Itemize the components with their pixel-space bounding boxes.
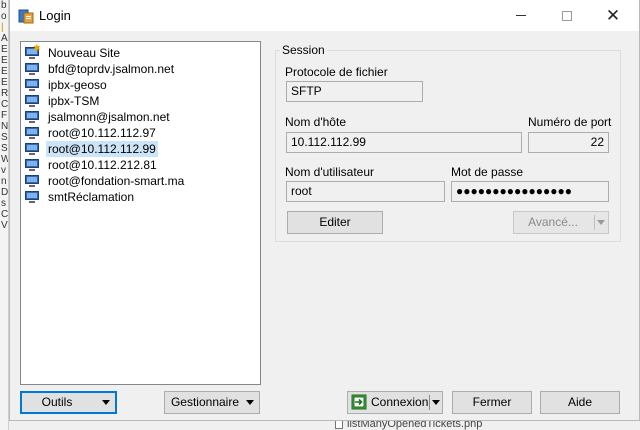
background-file-item: listManyOpenedTickets.php	[335, 421, 482, 430]
chevron-down-icon	[597, 220, 605, 226]
edit-button[interactable]: Editer	[287, 211, 383, 234]
protocol-label: Protocole de fichier	[285, 65, 388, 79]
edit-button-label: Editer	[319, 215, 351, 229]
site-list-item-label: root@fondation-smart.ma	[48, 174, 185, 188]
maximize-button[interactable]	[544, 0, 590, 31]
advanced-split-separator	[594, 215, 595, 230]
close-button-label: Fermer	[472, 395, 512, 409]
title-bar[interactable]: Login ✕	[10, 0, 639, 31]
chevron-down-icon	[246, 400, 254, 406]
site-list-item[interactable]: ipbx-geoso	[21, 77, 260, 93]
site-list-item-label: smtRéclamation	[48, 190, 135, 204]
chevron-down-icon	[102, 400, 110, 406]
file-icon	[335, 421, 343, 429]
minimize-icon	[516, 15, 526, 16]
manager-dropdown-arrow	[246, 392, 254, 413]
background-app-footer: listManyOpenedTickets.php	[9, 421, 640, 430]
computer-icon	[24, 190, 40, 204]
site-list-item[interactable]: root@fondation-smart.ma	[21, 173, 260, 189]
site-list-item-label: jsalmonn@jsalmon.net	[48, 110, 170, 124]
close-window-button[interactable]: ✕	[590, 0, 636, 31]
background-file-name: listManyOpenedTickets.php	[347, 421, 483, 430]
session-legend: Session	[280, 43, 327, 57]
site-list-item-label: bfd@toprdv.jsalmon.net	[48, 62, 175, 76]
password-label: Mot de passe	[451, 165, 524, 179]
computer-icon	[24, 174, 40, 188]
tools-button[interactable]: Outils	[20, 391, 117, 414]
manager-button[interactable]: Gestionnaire	[164, 391, 260, 414]
advanced-button[interactable]: Avancé...	[513, 211, 609, 234]
tools-button-label: Outils	[41, 395, 73, 409]
computer-icon	[24, 110, 40, 124]
site-list-item-label: root@10.112.112.99	[46, 141, 158, 157]
site-list-item[interactable]: jsalmonn@jsalmon.net	[21, 109, 260, 125]
connect-button-content: Connexion	[351, 392, 429, 413]
computer-icon	[24, 62, 40, 76]
connect-split-separator	[429, 395, 430, 410]
username-label: Nom d'utilisateur	[285, 165, 374, 179]
protocol-label-text: Protocole de fichier	[285, 65, 388, 79]
host-label: Nom d'hôte	[285, 115, 346, 129]
help-button-label: Aide	[567, 395, 593, 409]
close-icon: ✕	[605, 6, 621, 25]
advanced-button-label: Avancé...	[528, 215, 578, 229]
port-input[interactable]: 22	[528, 132, 609, 153]
tools-dropdown-arrow	[102, 393, 110, 412]
site-list-item-label: root@10.112.112.97	[48, 126, 156, 140]
site-list-item[interactable]: ipbx-TSM	[21, 93, 260, 109]
site-list-item[interactable]: root@10.112.112.99	[21, 141, 260, 157]
connect-icon	[351, 394, 367, 410]
new-site-icon: ✱	[24, 44, 41, 60]
window-title: Login	[39, 8, 71, 23]
connect-button[interactable]: Connexion	[347, 391, 443, 414]
site-list-item[interactable]: ✱ Nouveau Site	[21, 44, 260, 61]
site-list-item-label: ipbx-TSM	[48, 94, 100, 108]
username-input[interactable]: root	[286, 181, 445, 202]
site-list-item[interactable]: smtRéclamation	[21, 189, 260, 205]
connect-button-label: Connexion	[371, 395, 429, 409]
site-list-item[interactable]: bfd@toprdv.jsalmon.net	[21, 61, 260, 77]
computer-icon	[24, 126, 40, 140]
chevron-down-icon	[432, 400, 440, 406]
background-app-edge: bo|AEEEERCFNSSWvnDsCV	[0, 0, 9, 430]
computer-icon	[24, 142, 40, 156]
computer-icon	[24, 158, 40, 172]
winscp-app-icon	[18, 9, 34, 24]
maximize-icon	[562, 10, 572, 21]
site-list[interactable]: ✱ Nouveau Site bfd@toprdv.jsalmon.net ipbx-…	[20, 41, 261, 385]
computer-icon	[24, 94, 40, 108]
minimize-button[interactable]	[498, 0, 544, 31]
manager-button-label: Gestionnaire	[170, 395, 240, 409]
port-label: Numéro de port	[528, 115, 612, 129]
protocol-select[interactable]: SFTP	[286, 81, 423, 102]
computer-icon	[24, 78, 40, 92]
close-button[interactable]: Fermer	[452, 391, 532, 414]
site-list-item[interactable]: root@10.112.212.81	[21, 157, 260, 173]
connect-dropdown-arrow[interactable]	[432, 392, 440, 413]
advanced-dropdown-arrow[interactable]	[597, 212, 605, 233]
host-input[interactable]: 10.112.112.99	[286, 132, 522, 153]
site-list-item-label: root@10.112.212.81	[48, 158, 157, 172]
site-list-item-label: Nouveau Site	[48, 46, 121, 60]
help-button[interactable]: Aide	[540, 391, 620, 414]
site-list-item-label: ipbx-geoso	[48, 78, 107, 92]
password-input[interactable]: ●●●●●●●●●●●●●●●●	[451, 181, 609, 202]
login-window: Login ✕ ✱ Nouveau Site bfd@toprdv.jsalmon.…	[9, 0, 640, 421]
site-list-item[interactable]: root@10.112.112.97	[21, 125, 260, 141]
